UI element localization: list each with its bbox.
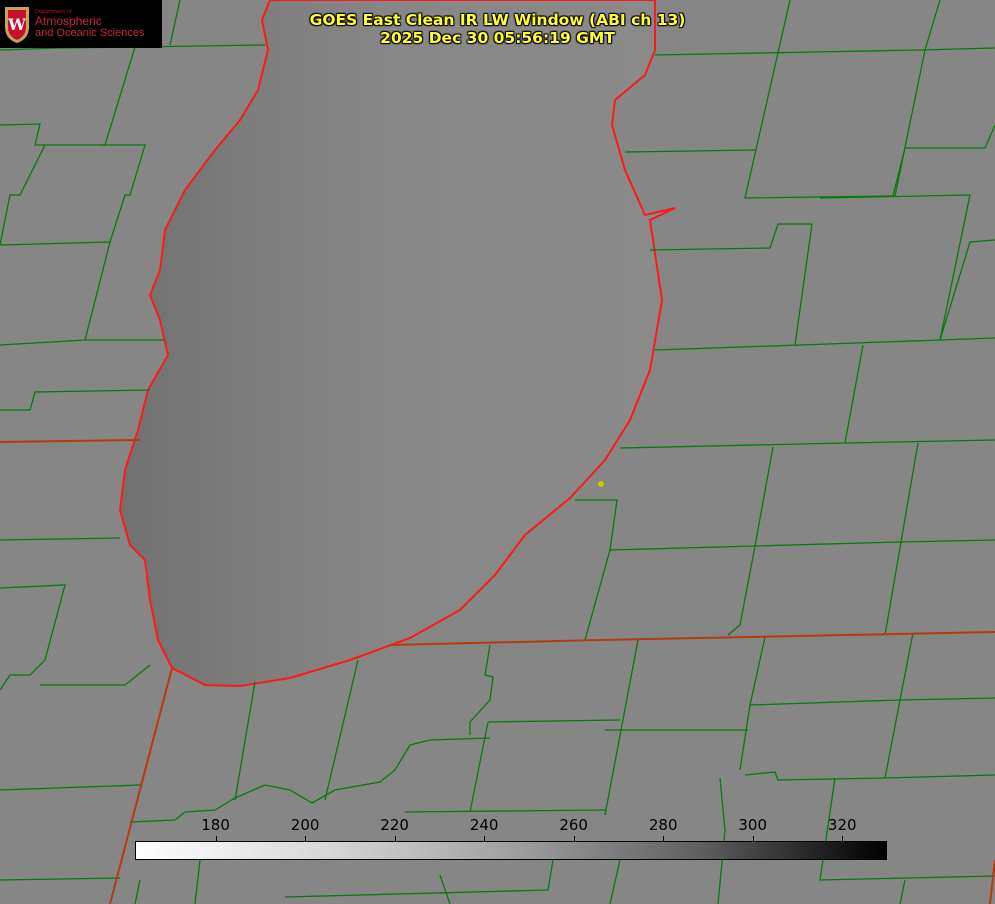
svg-text:W: W (7, 15, 27, 34)
satellite-map (0, 0, 995, 904)
colorbar-tick-label: 240 (469, 816, 499, 834)
uw-crest-icon: W (5, 7, 29, 43)
colorbar-tick-label: 320 (827, 816, 857, 834)
colorbar-tick-label: 180 (201, 816, 230, 834)
colorbar-tick-label: 200 (290, 816, 320, 834)
uw-aos-logo: W Department of Atmospheric and Oceanic … (0, 0, 162, 48)
location-marker (598, 481, 604, 487)
logo-name-line1: Atmospheric (35, 14, 102, 28)
image-timestamp: 2025 Dec 30 05:56:19 GMT (380, 29, 615, 47)
logo-name-line2: and Oceanic Sciences (35, 27, 145, 39)
image-title: GOES East Clean IR LW Window (ABI ch 13) (309, 11, 686, 29)
colorbar-tick-label: 220 (380, 816, 409, 834)
lake-michigan (118, 0, 676, 688)
colorbar-tick-label: 300 (738, 816, 768, 834)
colorbar-tick-label: 260 (559, 816, 588, 834)
colorbar-tick-label: 280 (648, 816, 678, 834)
satellite-image-viewer: W Department of Atmospheric and Oceanic … (0, 0, 995, 904)
colorbar (135, 841, 887, 860)
